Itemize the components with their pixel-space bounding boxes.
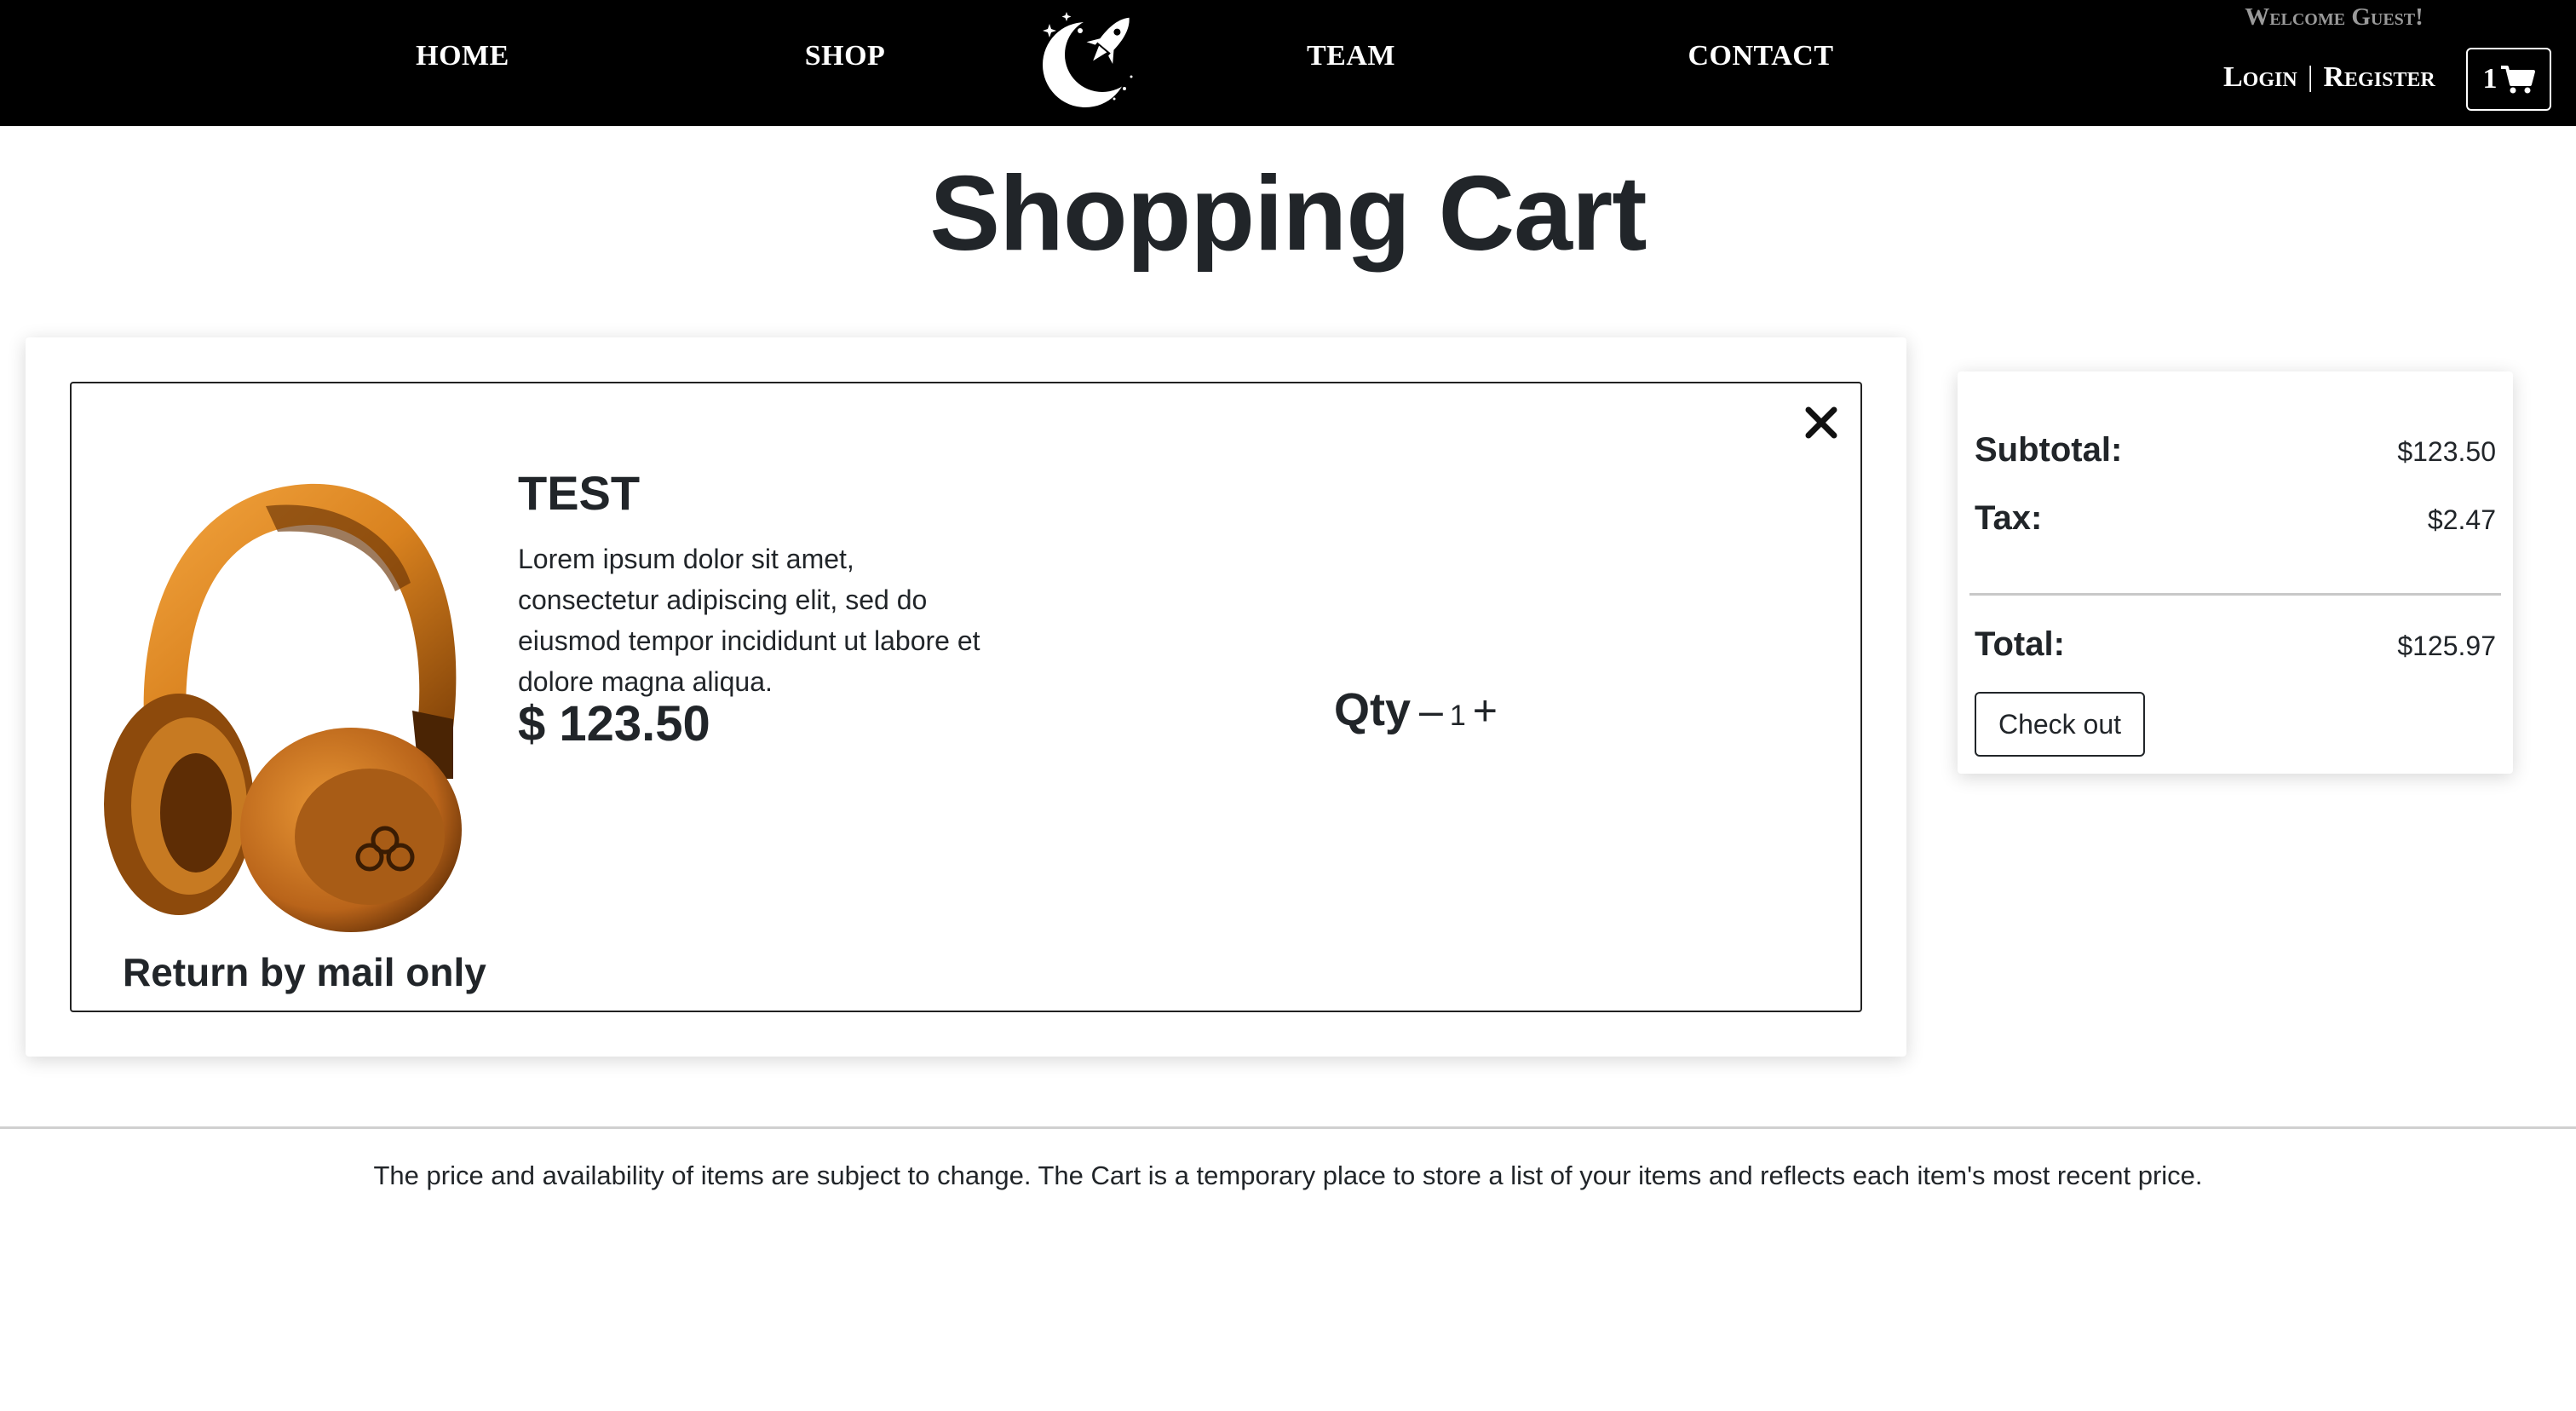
login-link[interactable]: Login	[2223, 61, 2297, 94]
close-icon	[1805, 406, 1837, 439]
checkout-button[interactable]: Check out	[1975, 692, 2145, 757]
top-navbar: Home Shop Team Contact Welcome Guest! Lo…	[0, 0, 2576, 126]
shopping-cart-icon	[2500, 66, 2535, 94]
subtotal-row: Subtotal: $123.50	[1975, 431, 2496, 469]
order-summary-card: Subtotal: $123.50 Tax: $2.47 Total: $125…	[1958, 371, 2513, 774]
auth-separator: |	[2307, 61, 2314, 93]
qty-value: 1	[1449, 700, 1466, 732]
total-row: Total: $125.97	[1975, 625, 2496, 664]
return-policy: Return by mail only	[123, 950, 486, 994]
qty-increase-button[interactable]: +	[1473, 689, 1498, 732]
total-value: $125.97	[2397, 631, 2496, 661]
footer-divider	[0, 1126, 2576, 1129]
quantity-stepper: Qty – 1 +	[1334, 683, 1498, 736]
product-name: TEST	[518, 466, 641, 520]
cart-items-card: Return by mail only TEST Lorem ipsum dol…	[26, 337, 1906, 1057]
page-title: Shopping Cart	[929, 155, 1647, 273]
product-image-headphones	[104, 483, 462, 932]
moon-rocket-logo[interactable]	[1032, 5, 1152, 112]
summary-divider	[1969, 593, 2501, 596]
product-description: Lorem ipsum dolor sit amet, consectetur …	[518, 544, 980, 697]
subtotal-value: $123.50	[2397, 436, 2496, 467]
remove-item-button[interactable]	[1797, 399, 1845, 446]
tax-value: $2.47	[2427, 504, 2496, 535]
cart-count: 1	[2482, 63, 2498, 95]
tax-row: Tax: $2.47	[1975, 499, 2496, 538]
qty-label: Qty	[1334, 684, 1412, 735]
price-disclaimer: The price and availability of items are …	[373, 1160, 2203, 1190]
cart-item: Return by mail only TEST Lorem ipsum dol…	[70, 382, 1862, 1012]
auth-links: Login | Register	[2223, 61, 2435, 94]
product-price: $ 123.50	[518, 696, 710, 752]
total-label: Total:	[1975, 625, 2065, 663]
cart-button[interactable]: 1	[2466, 48, 2551, 111]
register-link[interactable]: Register	[2324, 61, 2435, 94]
qty-decrease-button[interactable]: –	[1419, 689, 1443, 732]
tax-label: Tax:	[1975, 499, 2043, 537]
welcome-message: Welcome Guest!	[2245, 3, 2424, 31]
subtotal-label: Subtotal:	[1975, 431, 2123, 469]
